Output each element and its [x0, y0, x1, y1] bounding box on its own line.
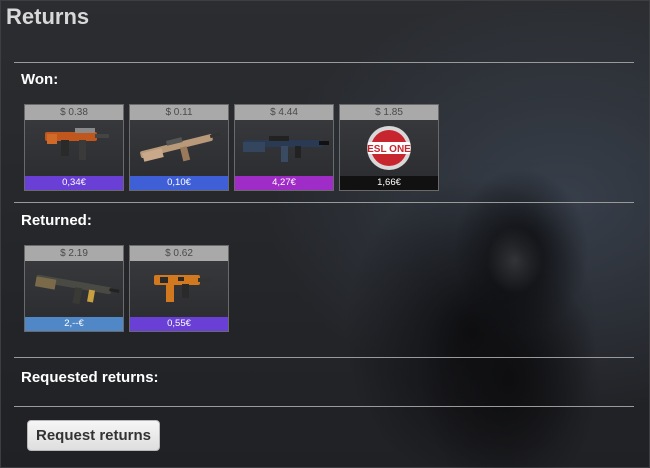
returns-panel	[0, 0, 650, 468]
won-item-4[interactable]: $ 1.85 ESL ONE 1,66€	[339, 104, 439, 191]
item-price: $ 2.19	[25, 246, 123, 261]
request-returns-button[interactable]: Request returns	[27, 420, 160, 451]
item-value: 1,66€	[340, 176, 438, 190]
item-price: $ 1.85	[340, 105, 438, 120]
won-item-1[interactable]: $ 0.38 0,34€	[24, 104, 124, 191]
smg-weapon-icon	[25, 120, 123, 176]
page-title: Returns	[6, 4, 90, 29]
won-section-label: Won:	[21, 71, 59, 88]
returned-item-1[interactable]: $ 2.19 2,--€	[24, 245, 124, 332]
item-price: $ 4.44	[235, 105, 333, 120]
rifle-weapon-icon	[130, 120, 228, 176]
item-price: $ 0.62	[130, 246, 228, 261]
item-price: $ 0.11	[130, 105, 228, 120]
item-value: 0,55€	[130, 317, 228, 331]
requested-returns-label: Requested returns:	[21, 369, 159, 386]
item-value: 0,34€	[25, 176, 123, 190]
returned-item-2[interactable]: $ 0.62 0,55€	[129, 245, 229, 332]
won-item-2[interactable]: $ 0.11 0,10€	[129, 104, 229, 191]
item-value: 0,10€	[130, 176, 228, 190]
item-value: 2,--€	[25, 317, 123, 331]
smg-weapon-icon	[130, 261, 228, 317]
rifle-weapon-icon	[235, 120, 333, 176]
esl-one-sticker-icon: ESL ONE	[340, 120, 438, 176]
divider	[14, 406, 634, 407]
divider	[14, 62, 634, 63]
won-item-3[interactable]: $ 4.44 4,27€	[234, 104, 334, 191]
item-price: $ 0.38	[25, 105, 123, 120]
item-value: 4,27€	[235, 176, 333, 190]
divider	[14, 357, 634, 358]
returned-section-label: Returned:	[21, 212, 92, 229]
sticker-text: ESL ONE	[367, 144, 411, 155]
divider	[14, 202, 634, 203]
rifle-weapon-icon	[25, 261, 123, 317]
